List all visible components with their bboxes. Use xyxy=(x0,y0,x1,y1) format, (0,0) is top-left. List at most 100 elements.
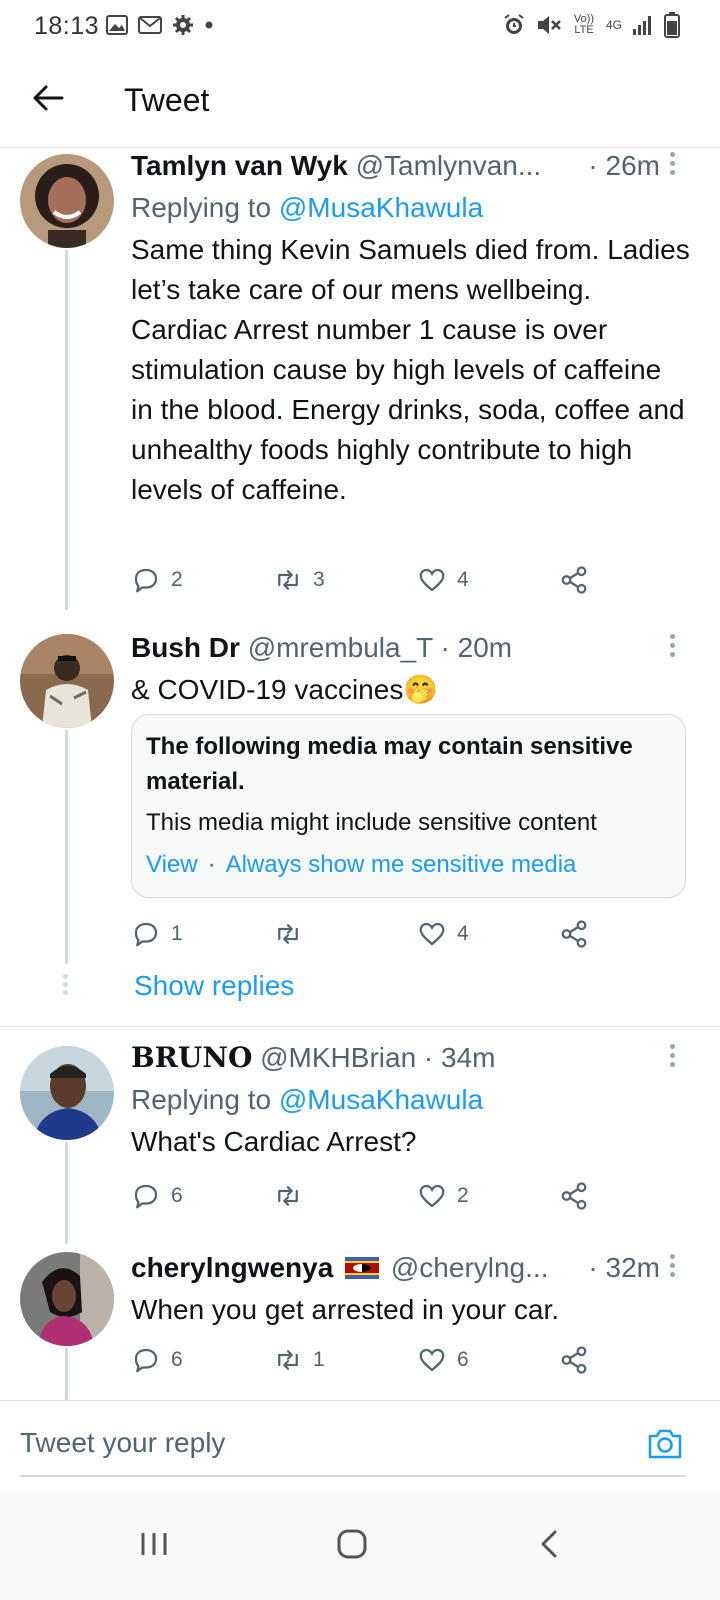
reply-bar: Tweet your reply xyxy=(0,1400,720,1484)
like-button[interactable]: 4 xyxy=(417,560,469,600)
avatar[interactable] xyxy=(20,1046,114,1140)
replying-to: Replying to @MusaKhawula xyxy=(131,1082,690,1118)
user-name[interactable]: Tamlyn van Wyk xyxy=(131,150,348,181)
tweet-item[interactable]: Bush Dr @mrembula_T · 20m & COVID-19 vac… xyxy=(0,630,720,1026)
tweet-time: · 26m xyxy=(588,150,660,181)
tweet-item[interactable]: BRUNO @MKHBrian · 34m Replying to @MusaK… xyxy=(0,1040,720,1244)
like-count: 2 xyxy=(457,1184,469,1207)
tweet-item[interactable]: cherylngwenya @cherylng... · 32m When yo… xyxy=(0,1250,720,1400)
4g-icon: 4G xyxy=(606,18,623,32)
retweet-button[interactable] xyxy=(273,914,313,954)
tweet-item[interactable]: Tamlyn van Wyk @Tamlynvan... · 26m Reply… xyxy=(0,148,720,610)
tweet-header: BRUNO @MKHBrian · 34m xyxy=(131,1040,690,1076)
thread-dots xyxy=(63,974,68,998)
user-name[interactable]: Bush Dr xyxy=(131,632,240,663)
reply-icon xyxy=(134,1184,158,1209)
reply-input[interactable]: Tweet your reply xyxy=(20,1427,225,1459)
user-handle[interactable]: @MKHBrian xyxy=(260,1042,416,1073)
tweet-actions: 6 2 xyxy=(131,1176,611,1216)
tweet-actions: 2 3 4 xyxy=(131,560,611,600)
retweet-icon xyxy=(278,1186,298,1206)
retweet-button[interactable]: 3 xyxy=(273,560,325,600)
user-name[interactable]: cherylngwenya xyxy=(131,1252,333,1283)
recent-apps-icon[interactable] xyxy=(134,1524,174,1564)
share-icon xyxy=(561,1182,587,1210)
avatar[interactable] xyxy=(20,154,114,248)
signal-icon xyxy=(633,16,651,35)
sensitive-description: This media might include sensitive conte… xyxy=(146,809,597,836)
mute-icon xyxy=(538,16,561,34)
mention-link[interactable]: @MusaKhawula xyxy=(279,1084,483,1115)
show-replies-link[interactable]: Show replies xyxy=(134,970,294,1002)
heart-icon xyxy=(419,1348,445,1372)
share-button[interactable] xyxy=(559,1340,589,1380)
reply-count: 2 xyxy=(171,568,183,591)
avatar[interactable] xyxy=(20,634,114,728)
user-name[interactable]: BRUNO xyxy=(131,1041,252,1074)
header: Tweet xyxy=(0,54,720,148)
retweet-icon xyxy=(278,570,298,590)
tweet-content: BRUNO @MKHBrian · 34m Replying to @MusaK… xyxy=(131,1040,690,1162)
user-handle[interactable]: @mrembula_T xyxy=(248,632,433,663)
reply-button[interactable]: 6 xyxy=(131,1340,183,1380)
tweet-header: Bush Dr @mrembula_T · 20m xyxy=(131,630,690,666)
retweet-icon xyxy=(278,924,298,944)
back-icon[interactable] xyxy=(530,1524,570,1564)
share-icon xyxy=(561,566,587,594)
always-show-link[interactable]: Always show me sensitive media xyxy=(226,851,577,878)
more-options-icon[interactable] xyxy=(670,152,676,179)
home-icon[interactable] xyxy=(332,1524,372,1564)
user-handle[interactable]: @Tamlynvan... xyxy=(356,150,542,181)
back-arrow-icon[interactable] xyxy=(28,78,68,118)
tweet-text: What's Cardiac Arrest? xyxy=(131,1126,417,1157)
status-bar: 18:13 Vo)) LTE 4G xyxy=(0,0,720,54)
share-icon xyxy=(561,920,587,948)
share-button[interactable] xyxy=(559,914,589,954)
more-options-icon[interactable] xyxy=(670,634,676,661)
battery-icon xyxy=(664,12,680,38)
mention-link[interactable]: @MusaKhawula xyxy=(279,192,483,223)
tweet-time: · 34m xyxy=(423,1042,496,1073)
sensitive-media-card: The following media may contain sensitiv… xyxy=(131,714,686,898)
retweet-button[interactable] xyxy=(273,1176,313,1216)
view-link[interactable]: View xyxy=(146,851,198,878)
retweet-icon xyxy=(278,1350,298,1370)
tweet-header: cherylngwenya @cherylng... · 32m xyxy=(131,1250,690,1286)
thread-line xyxy=(65,250,68,610)
reply-icon xyxy=(134,922,158,947)
tweet-header: Tamlyn van Wyk @Tamlynvan... · 26m xyxy=(131,148,690,184)
like-count: 6 xyxy=(457,1348,469,1371)
more-options-icon[interactable] xyxy=(670,1044,676,1071)
replying-to-label: Replying to xyxy=(131,1084,279,1115)
more-options-icon[interactable] xyxy=(670,1254,676,1281)
navigation-bar xyxy=(0,1490,720,1600)
reply-button[interactable]: 2 xyxy=(131,560,183,600)
status-right-icons: Vo)) LTE 4G xyxy=(502,12,680,38)
retweet-button[interactable]: 1 xyxy=(273,1340,325,1380)
camera-icon[interactable] xyxy=(646,1425,684,1463)
gear-icon xyxy=(173,15,193,35)
reply-count: 6 xyxy=(171,1348,183,1371)
like-button[interactable]: 4 xyxy=(417,914,469,954)
tweet-time: · 20m xyxy=(440,632,513,663)
reply-button[interactable]: 1 xyxy=(131,914,183,954)
like-button[interactable]: 6 xyxy=(417,1340,469,1380)
image-icon xyxy=(106,15,128,35)
dot-icon xyxy=(205,21,213,29)
reply-count: 6 xyxy=(171,1184,183,1207)
user-handle[interactable]: @cherylng... xyxy=(391,1252,549,1283)
retweet-count: 1 xyxy=(313,1348,325,1371)
page-title: Tweet xyxy=(124,82,210,118)
share-button[interactable] xyxy=(559,560,589,600)
like-count: 4 xyxy=(457,922,469,945)
thread-line xyxy=(65,730,68,964)
eswatini-flag-icon xyxy=(345,1257,380,1279)
reply-button[interactable]: 6 xyxy=(131,1176,183,1216)
reply-icon xyxy=(134,1348,158,1373)
tweet-time: · 32m xyxy=(588,1252,660,1283)
tweet-actions: 6 1 6 xyxy=(131,1340,611,1380)
avatar[interactable] xyxy=(20,1252,114,1346)
like-button[interactable]: 2 xyxy=(417,1176,469,1216)
share-button[interactable] xyxy=(559,1176,589,1216)
reply-underline xyxy=(20,1475,686,1477)
